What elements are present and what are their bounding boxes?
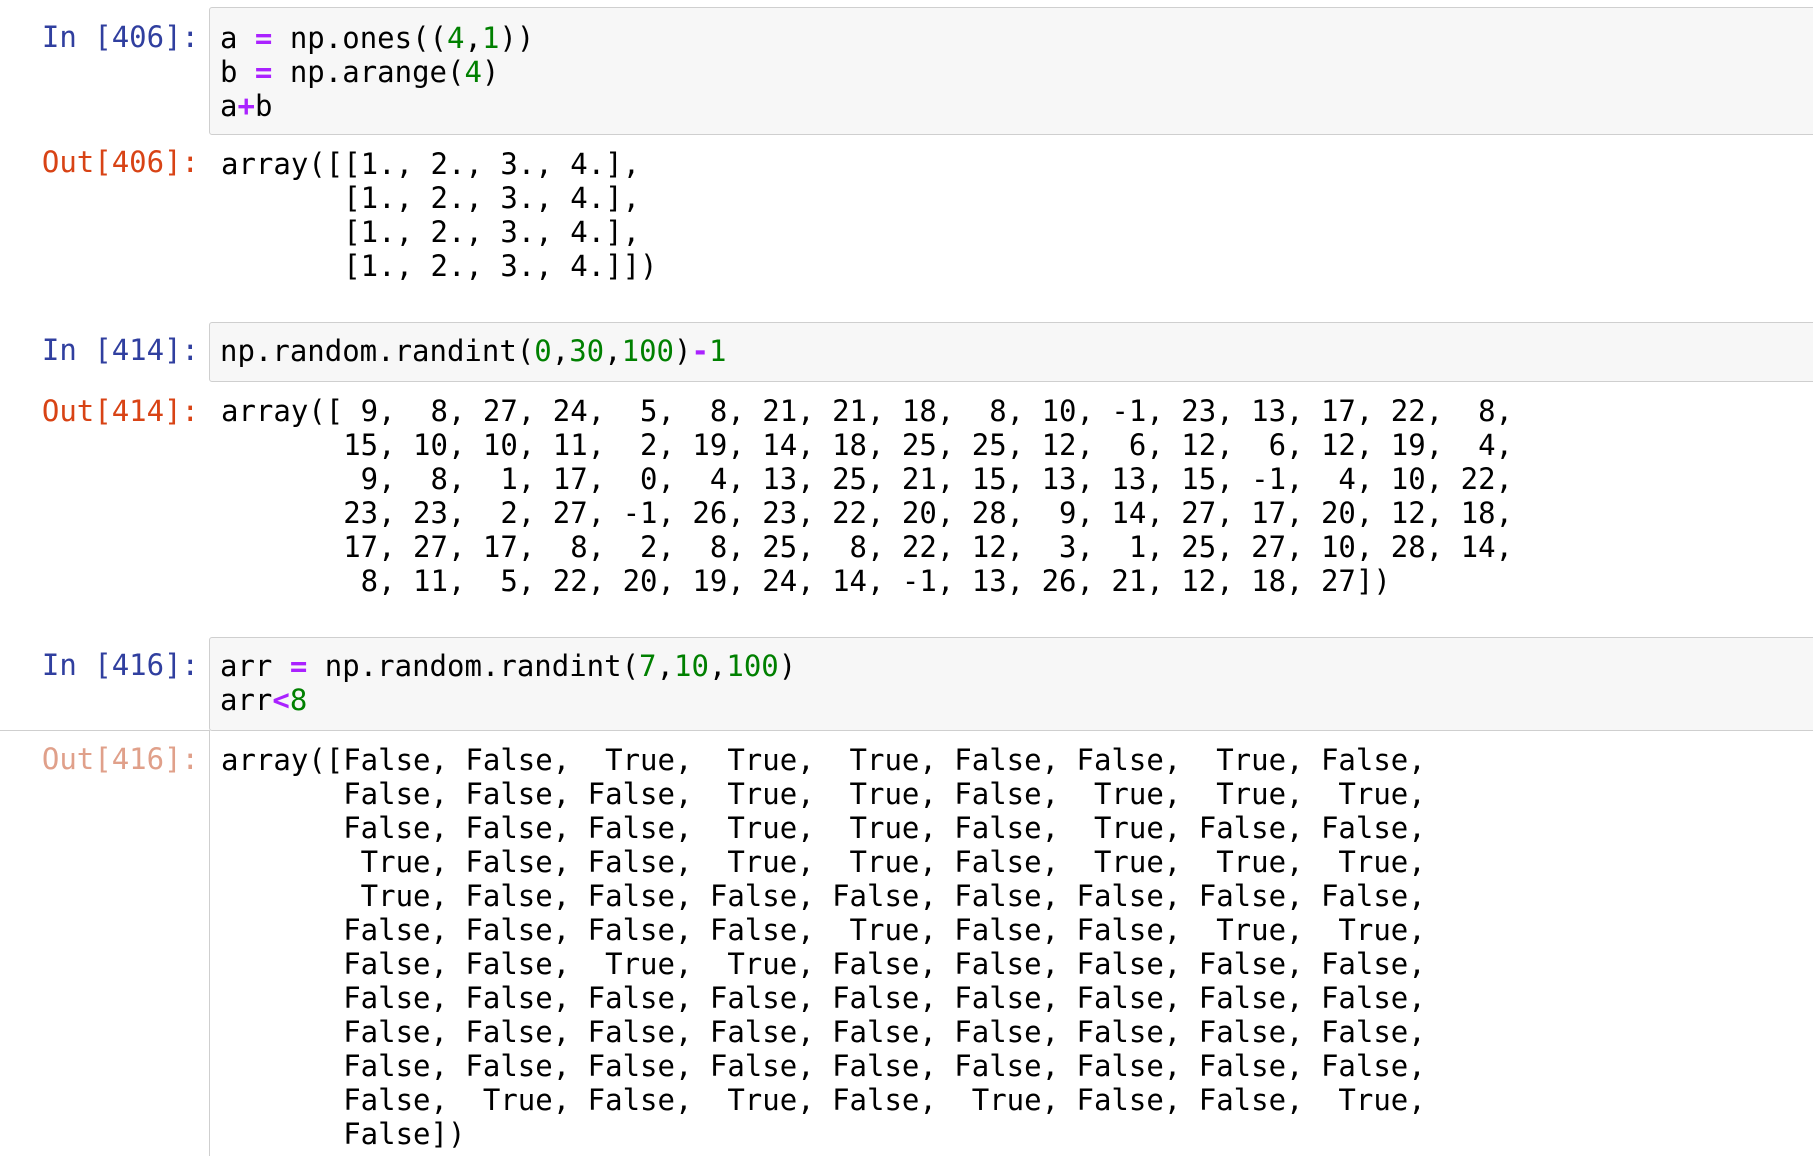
code-input-cell-406[interactable]: a = np.ones((4,1)) b = np.arange(4) a+b: [209, 7, 1813, 135]
code-token: np.random.randint(: [307, 649, 640, 683]
output-text-416: array([False, False, True, True, True, F…: [221, 743, 1426, 1151]
code-number: 100: [621, 334, 674, 368]
out-prompt-406: Out[406]:: [41, 145, 199, 179]
code-operator: -: [691, 334, 709, 368]
code-input-cell-414[interactable]: np.random.randint(0,30,100)-1: [209, 322, 1813, 382]
out-prompt-416: Out[416]:: [41, 742, 199, 776]
code-token: np.random.randint(: [220, 334, 535, 368]
code-text: a = np.ones((4,1)) b = np.arange(4) a+b: [220, 21, 1806, 123]
code-token: ,: [464, 21, 482, 55]
output-text-414: array([ 9, 8, 27, 24, 5, 8, 21, 21, 18, …: [221, 394, 1514, 598]
output-divider: [0, 730, 210, 731]
code-token: arr: [220, 683, 273, 717]
code-number: 8: [289, 683, 308, 717]
code-token: ): [674, 334, 692, 368]
in-prompt-416: In [416]:: [41, 648, 199, 682]
code-operator: =: [254, 55, 273, 89]
code-token: ): [481, 55, 500, 89]
code-number: 4: [464, 55, 482, 89]
output-text-406: array([[1., 2., 3., 4.], [1., 2., 3., 4.…: [221, 147, 658, 283]
code-token: a: [220, 21, 255, 55]
code-token: )): [499, 21, 535, 55]
code-token: ,: [708, 649, 727, 683]
code-number: 100: [726, 649, 779, 683]
code-token: ,: [604, 334, 622, 368]
code-number: 0: [534, 334, 552, 368]
code-number: 4: [447, 21, 465, 55]
code-text: arr = np.random.randint(7,10,100) arr<8: [220, 649, 1806, 717]
code-token: ,: [656, 649, 674, 683]
in-prompt-406: In [406]:: [41, 20, 199, 54]
output-border: [209, 730, 210, 1156]
code-token: a: [220, 89, 238, 123]
in-prompt-414: In [414]:: [41, 333, 199, 367]
code-token: np.arange(: [272, 55, 465, 89]
code-number: 1: [481, 21, 500, 55]
code-token: np.ones((: [272, 21, 447, 55]
code-token: ,: [551, 334, 570, 368]
code-number: 30: [569, 334, 605, 368]
code-operator: <: [272, 683, 290, 717]
code-operator: +: [237, 89, 255, 123]
code-token: b: [254, 89, 273, 123]
code-token: b: [220, 55, 255, 89]
code-number: 1: [708, 334, 727, 368]
code-input-cell-416[interactable]: arr = np.random.randint(7,10,100) arr<8: [209, 637, 1813, 731]
code-token: arr: [220, 649, 290, 683]
out-prompt-414: Out[414]:: [41, 394, 199, 428]
code-text: np.random.randint(0,30,100)-1: [220, 334, 1806, 368]
code-operator: =: [289, 649, 308, 683]
code-operator: =: [254, 21, 273, 55]
code-number: 10: [673, 649, 709, 683]
code-token: ): [778, 649, 797, 683]
code-number: 7: [639, 649, 657, 683]
